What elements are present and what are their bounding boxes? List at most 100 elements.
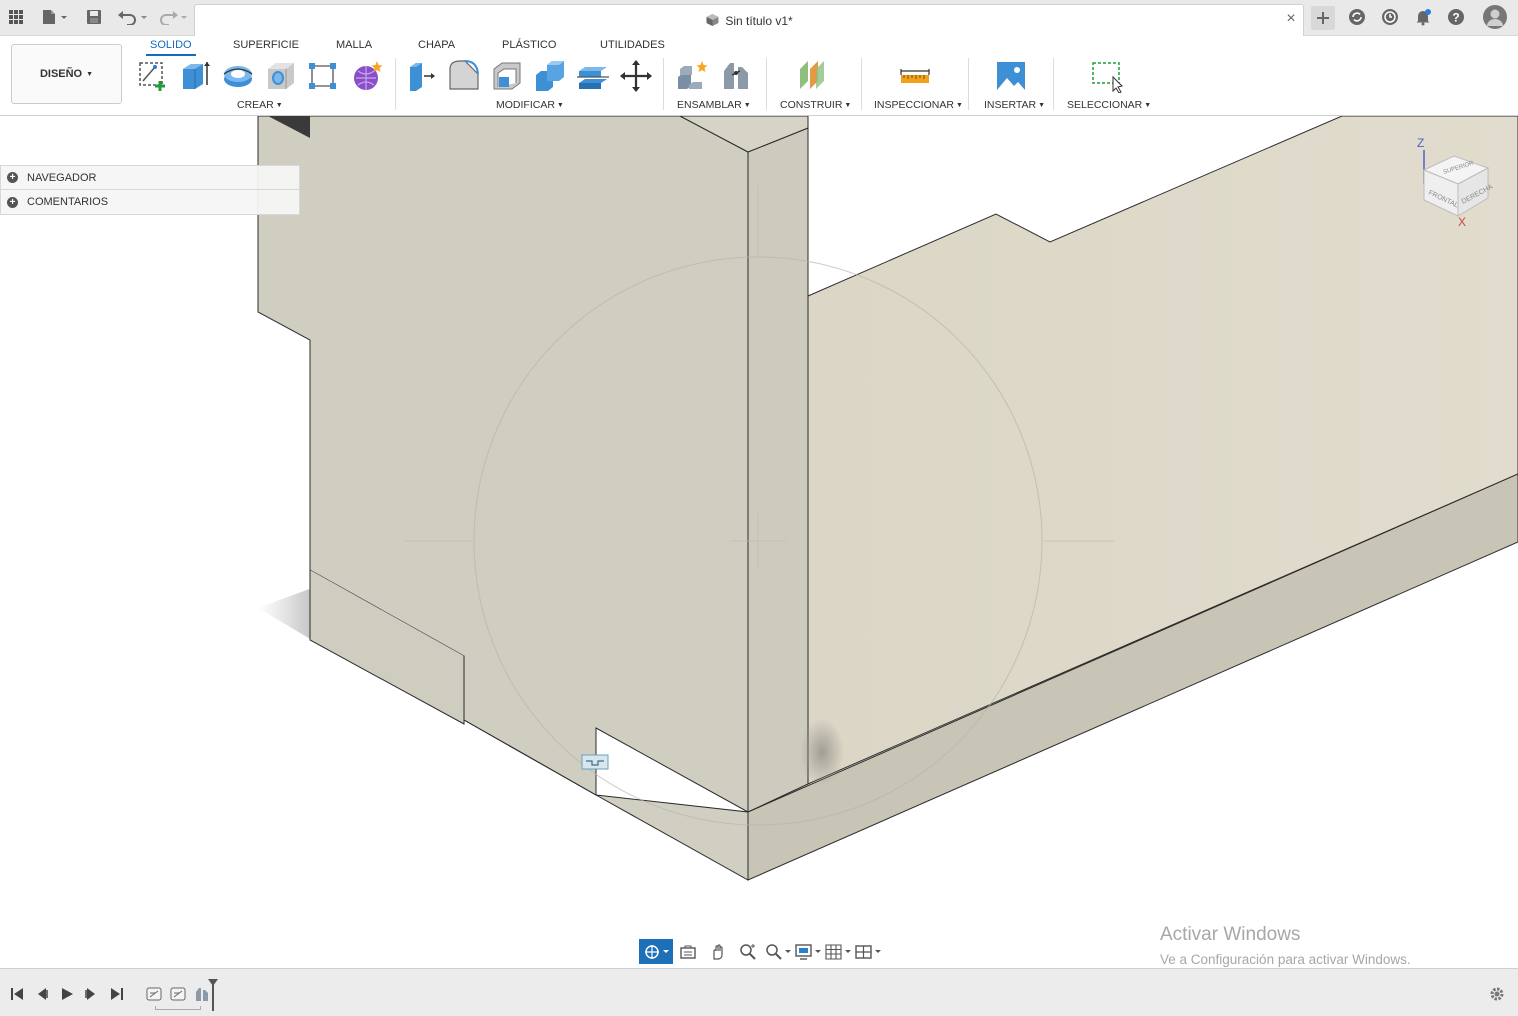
redo-icon[interactable]	[156, 6, 192, 28]
timeline-sketch-feature-icon[interactable]	[169, 985, 187, 1003]
axis-z-label: Z	[1417, 136, 1424, 150]
extrude-icon[interactable]	[177, 58, 213, 94]
offset-plane-icon[interactable]	[795, 58, 831, 94]
watermark-subtitle: Ve a Configuración para activar Windows.	[1160, 952, 1411, 967]
step-forward-icon[interactable]	[82, 985, 100, 1003]
caret-down-icon: ▼	[1038, 102, 1046, 109]
tab-solido[interactable]: SOLIDO	[146, 38, 196, 56]
tab-plastico[interactable]: PLÁSTICO	[498, 38, 560, 56]
hole-icon[interactable]	[263, 58, 299, 94]
svg-text:?: ?	[1452, 11, 1459, 25]
viewcube[interactable]: Z X SUPERIOR FRONTAL DERECHA	[1406, 134, 1498, 234]
navigation-bar	[639, 939, 883, 964]
separator	[1053, 58, 1054, 110]
job-status-icon[interactable]	[1378, 6, 1402, 28]
tab-superficie[interactable]: SUPERFICIE	[229, 38, 303, 56]
group-construir[interactable]: CONSTRUIR ▼	[780, 99, 851, 111]
pattern-icon[interactable]	[305, 58, 341, 94]
workspace-selector-button[interactable]: DISEÑO ▼	[11, 44, 122, 104]
group-insertar[interactable]: INSERTAR ▼	[984, 99, 1045, 111]
undo-icon[interactable]	[114, 6, 150, 28]
step-back-icon[interactable]	[33, 985, 51, 1003]
fusion-app-window: Sin título v1* × ? DISEÑO ▼ SOLIDO SUPERF…	[0, 0, 1518, 1016]
caret-down-icon: ▼	[1144, 102, 1152, 109]
separator	[395, 58, 396, 110]
wall-edge-face[interactable]	[747, 127, 809, 813]
display-settings-icon[interactable]	[793, 939, 823, 964]
joint-icon[interactable]	[718, 58, 754, 94]
look-at-icon[interactable]	[673, 939, 703, 964]
orbit-tool-icon[interactable]	[639, 939, 673, 964]
separator	[968, 58, 969, 110]
measure-icon[interactable]	[897, 58, 933, 94]
separator	[766, 58, 767, 110]
browser-item-comentarios[interactable]: + COMENTARIOS	[0, 190, 300, 215]
caret-down-icon: ▼	[955, 102, 963, 109]
timeline-bar	[0, 968, 1518, 1016]
close-tab-icon[interactable]: ×	[1283, 11, 1299, 27]
press-pull-icon[interactable]	[403, 58, 439, 94]
tab-chapa[interactable]: CHAPA	[414, 38, 459, 56]
new-tab-icon[interactable]	[1311, 6, 1335, 30]
move-copy-icon[interactable]	[618, 58, 654, 94]
group-crear[interactable]: CREAR ▼	[237, 99, 283, 111]
caret-down-icon: ▼	[556, 102, 564, 109]
document-tab[interactable]: Sin título v1* ×	[194, 4, 1304, 36]
combine-icon[interactable]	[532, 58, 568, 94]
fillet-icon[interactable]	[446, 58, 482, 94]
timeline-joint-feature-icon[interactable]	[193, 985, 211, 1003]
3d-viewport[interactable]: Z X SUPERIOR FRONTAL DERECHA	[0, 116, 1518, 968]
separator	[861, 58, 862, 110]
expand-plus-icon[interactable]: +	[7, 172, 18, 183]
timeline-settings-gear-icon[interactable]	[1488, 985, 1506, 1003]
go-to-start-icon[interactable]	[8, 985, 26, 1003]
split-body-icon[interactable]	[575, 58, 611, 94]
extensions-icon[interactable]	[1345, 6, 1369, 28]
create-sketch-icon[interactable]	[134, 58, 170, 94]
grid-settings-icon[interactable]	[823, 939, 853, 964]
tab-utilidades[interactable]: UTILIDADES	[596, 38, 669, 56]
caret-down-icon: ▼	[275, 102, 283, 109]
user-avatar-icon[interactable]	[1482, 4, 1508, 30]
fit-zoom-icon[interactable]	[763, 939, 793, 964]
chevron-down-icon: ▼	[86, 70, 94, 78]
activation-watermark: Activar Windows Ve a Configuración para …	[1160, 924, 1411, 967]
go-to-end-icon[interactable]	[108, 985, 126, 1003]
caret-down-icon: ▼	[844, 102, 852, 109]
document-cube-icon	[706, 14, 719, 26]
toolbar: DISEÑO ▼ SOLIDO SUPERFICIE MALLA CHAPA PL…	[0, 36, 1518, 116]
ground-shadow	[258, 588, 312, 640]
shell-icon[interactable]	[489, 58, 525, 94]
revolve-icon[interactable]	[220, 58, 256, 94]
expand-plus-icon[interactable]: +	[7, 196, 18, 208]
timeline-marker-head[interactable]	[208, 979, 218, 986]
model-scene[interactable]	[0, 116, 1518, 968]
timeline-sketch-feature-icon[interactable]	[145, 985, 163, 1003]
help-icon[interactable]: ?	[1444, 6, 1468, 28]
viewports-icon[interactable]	[853, 939, 883, 964]
play-icon[interactable]	[58, 985, 76, 1003]
create-form-icon[interactable]	[349, 58, 385, 94]
group-modificar[interactable]: MODIFICAR ▼	[496, 99, 564, 111]
contact-shadow	[800, 718, 844, 786]
base-left-face[interactable]	[595, 794, 749, 881]
window-select-icon[interactable]	[1088, 58, 1124, 94]
new-component-icon[interactable]	[674, 58, 710, 94]
group-inspeccionar[interactable]: INSPECCIONAR ▼	[874, 99, 963, 111]
apps-grid-icon[interactable]	[4, 6, 28, 28]
left-wall-face[interactable]	[257, 116, 749, 813]
group-ensamblar[interactable]: ENSAMBLAR ▼	[677, 99, 751, 111]
pan-hand-icon[interactable]	[703, 939, 733, 964]
title-bar: Sin título v1* × ?	[0, 0, 1518, 36]
axis-x-label: X	[1458, 215, 1466, 229]
browser-item-navegador[interactable]: + NAVEGADOR	[0, 165, 300, 190]
notifications-icon[interactable]	[1411, 6, 1435, 28]
separator	[663, 58, 664, 110]
group-seleccionar[interactable]: SELECCIONAR ▼	[1067, 99, 1151, 111]
save-icon[interactable]	[82, 6, 106, 28]
joint-marker-icon[interactable]	[581, 754, 609, 770]
file-menu-icon[interactable]	[38, 6, 70, 28]
tab-malla[interactable]: MALLA	[332, 38, 376, 56]
insert-canvas-icon[interactable]	[993, 58, 1029, 94]
zoom-icon[interactable]	[733, 939, 763, 964]
